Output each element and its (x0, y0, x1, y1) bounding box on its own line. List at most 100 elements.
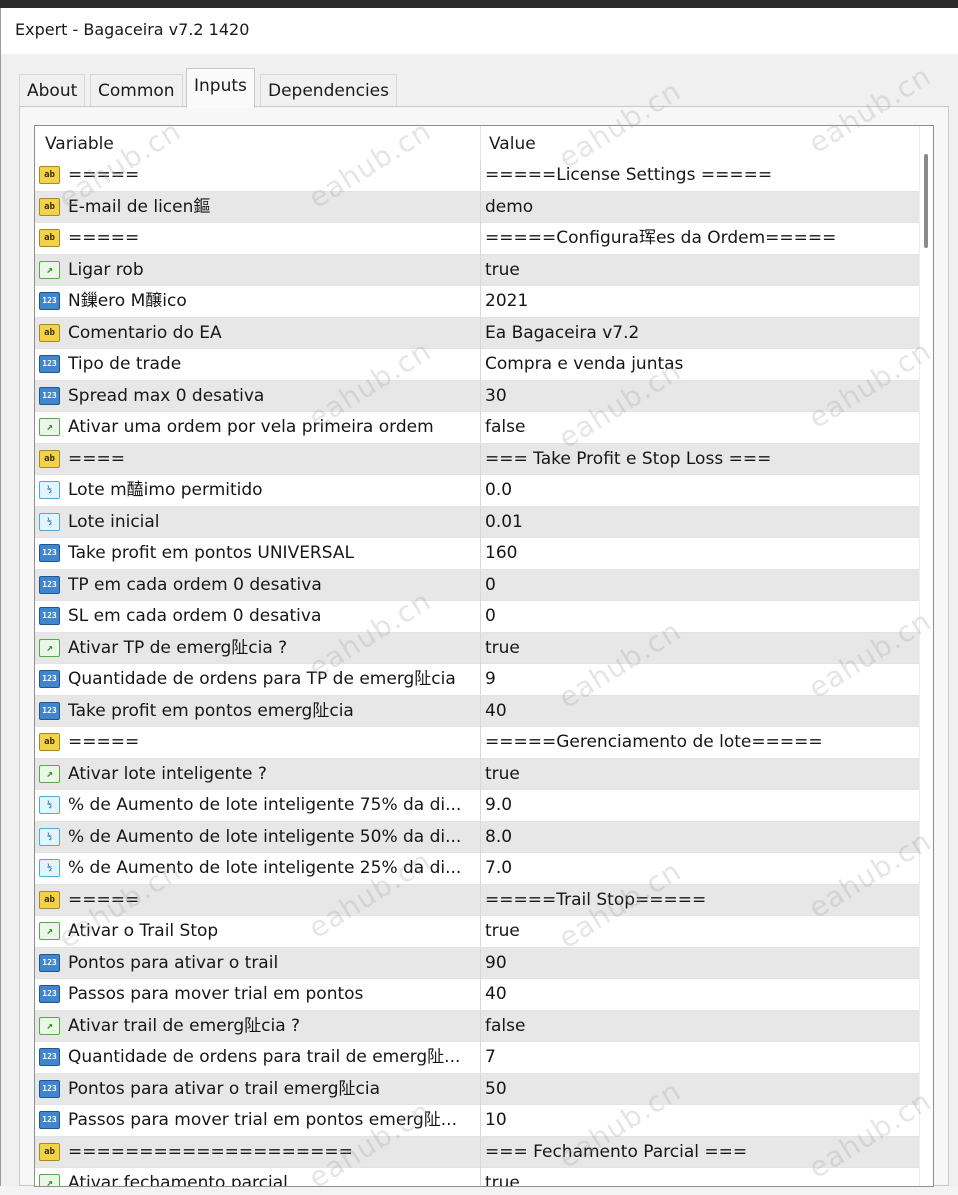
variable-cell: Ativar TP de emerg阯cia ? (68, 637, 288, 658)
cell-divider (480, 191, 481, 223)
variable-cell: SL em cada ordem 0 desativa (68, 606, 322, 626)
table-row[interactable]: ↗ Ativar o Trail Stop true (35, 916, 921, 948)
bool-type-icon: ↗ (39, 922, 60, 940)
table-row[interactable]: ½ % de Aumento de lote inteligente 75% da… (35, 790, 921, 822)
table-row[interactable]: ↗ Ativar uma ordem por vela primeira orde… (35, 412, 921, 444)
cell-divider (480, 758, 481, 790)
table-row[interactable]: 123 Spread max 0 desativa 30 (35, 380, 921, 412)
table-row[interactable]: 123 Passos para mover trial em pontos eme… (35, 1105, 921, 1137)
table-row[interactable]: ↗ Ligar rob true (35, 254, 921, 286)
vertical-scrollbar[interactable] (919, 126, 933, 1186)
table-row[interactable]: ½ Lote m醘imo permitido 0.0 (35, 475, 921, 507)
value-cell[interactable]: =====Configura珲es da Ordem===== (485, 223, 915, 254)
variable-cell: Pontos para ativar o trail emerg阯cia (68, 1078, 381, 1099)
table-row[interactable]: 123 Passos para mover trial em pontos 40 (35, 979, 921, 1011)
value-cell[interactable]: true (485, 633, 915, 664)
table-row[interactable]: ab ===== =====License Settings ===== (35, 160, 921, 192)
table-row[interactable]: 123 SL em cada ordem 0 desativa 0 (35, 601, 921, 633)
value-cell[interactable]: 2021 (485, 286, 915, 317)
table-row[interactable]: ab ==================== === Fechamento Par… (35, 1136, 921, 1168)
column-divider[interactable] (480, 126, 481, 160)
value-cell[interactable]: === Fechamento Parcial === (485, 1137, 915, 1168)
table-row[interactable]: 123 Quantidade de ordens para trail de em… (35, 1042, 921, 1074)
cell-divider (480, 254, 481, 286)
table-row[interactable]: 123 N鏁ero M醸ico 2021 (35, 286, 921, 318)
table-row[interactable]: 123 Take profit em pontos UNIVERSAL 160 (35, 538, 921, 570)
table-row[interactable]: 123 Tipo de trade Compra e venda juntas (35, 349, 921, 381)
table-row[interactable]: ↗ Ativar trail de emerg阯cia ? false (35, 1010, 921, 1042)
value-cell[interactable]: 9.0 (485, 790, 915, 821)
value-cell[interactable]: 8.0 (485, 822, 915, 853)
value-cell[interactable]: Compra e venda juntas (485, 349, 915, 380)
value-cell[interactable]: 30 (485, 381, 915, 412)
value-cell[interactable]: false (485, 1011, 915, 1042)
table-row[interactable]: 123 Pontos para ativar o trail emerg阯cia 5… (35, 1073, 921, 1105)
variable-cell: Quantidade de ordens para trail de emerg… (68, 1047, 461, 1067)
value-cell[interactable]: 10 (485, 1105, 915, 1136)
table-row[interactable]: ↗ Ativar lote inteligente ? true (35, 758, 921, 790)
value-cell[interactable]: true (485, 1168, 915, 1186)
scrollbar-thumb[interactable] (924, 154, 928, 248)
variable-cell: Ativar uma ordem por vela primeira ordem (68, 417, 434, 437)
value-cell[interactable]: demo (485, 192, 915, 223)
value-cell[interactable]: 0 (485, 601, 915, 632)
title-bar: Expert - Bagaceira v7.2 1420 (1, 8, 958, 54)
integer-type-icon: 123 (39, 985, 60, 1003)
tab-inputs[interactable]: Inputs (186, 68, 255, 108)
cell-divider (480, 538, 481, 569)
window-title: Expert - Bagaceira v7.2 1420 (15, 20, 250, 39)
cell-divider (480, 506, 481, 538)
value-cell[interactable]: 7.0 (485, 853, 915, 884)
value-cell[interactable]: 50 (485, 1074, 915, 1105)
value-cell[interactable]: true (485, 916, 915, 947)
value-cell[interactable]: 7 (485, 1042, 915, 1073)
column-header-value[interactable]: Value (489, 126, 536, 160)
table-row[interactable]: ab ===== =====Configura珲es da Ordem===== (35, 223, 921, 255)
table-row[interactable]: ab Comentario do EA Ea Bagaceira v7.2 (35, 317, 921, 349)
table-row[interactable]: ↗ Ativar TP de emerg阯cia ? true (35, 632, 921, 664)
value-cell[interactable]: true (485, 255, 915, 286)
cell-divider (480, 160, 481, 191)
table-row[interactable]: ½ Lote inicial 0.01 (35, 506, 921, 538)
cell-divider (480, 916, 481, 947)
table-row[interactable]: ab E-mail de licen鏂 demo (35, 191, 921, 223)
tab-dependencies[interactable]: Dependencies (260, 74, 397, 106)
value-cell[interactable]: 0.0 (485, 475, 915, 506)
cell-divider (480, 475, 481, 506)
table-row[interactable]: ½ % de Aumento de lote inteligente 50% da… (35, 821, 921, 853)
cell-divider (480, 821, 481, 853)
double-type-icon: ½ (39, 512, 60, 531)
bool-type-icon: ↗ (39, 418, 60, 436)
value-cell[interactable]: 0.01 (485, 507, 915, 538)
table-row[interactable]: ½ % de Aumento de lote inteligente 25% da… (35, 853, 921, 885)
tab-about[interactable]: About (19, 74, 86, 106)
table-row[interactable]: ab ===== =====Trail Stop===== (35, 884, 921, 916)
table-row[interactable]: 123 Pontos para ativar o trail 90 (35, 947, 921, 979)
table-row[interactable]: ab ==== === Take Profit e Stop Loss === (35, 443, 921, 475)
value-cell[interactable]: =====Trail Stop===== (485, 885, 915, 916)
table-row[interactable]: 123 Take profit em pontos emerg阯cia 40 (35, 695, 921, 727)
value-cell[interactable]: 90 (485, 948, 915, 979)
tab-common[interactable]: Common (90, 74, 183, 106)
value-cell[interactable]: =====License Settings ===== (485, 160, 915, 191)
table-row[interactable]: 123 TP em cada ordem 0 desativa 0 (35, 569, 921, 601)
value-cell[interactable]: 160 (485, 538, 915, 569)
value-cell[interactable]: false (485, 412, 915, 443)
table-row[interactable]: ↗ Ativar fechamento parcial true (35, 1168, 921, 1186)
string-type-icon: ab (39, 197, 60, 216)
cell-divider (480, 947, 481, 979)
table-row[interactable]: 123 Quantidade de ordens para TP de emerg… (35, 664, 921, 696)
variable-cell: Comentario do EA (68, 322, 222, 343)
value-cell[interactable]: 0 (485, 570, 915, 601)
value-cell[interactable]: 40 (485, 979, 915, 1010)
value-cell[interactable]: =====Gerenciamento de lote===== (485, 727, 915, 758)
value-cell[interactable]: === Take Profit e Stop Loss === (485, 444, 915, 475)
value-cell[interactable]: 40 (485, 696, 915, 727)
cell-divider (480, 349, 481, 380)
bool-type-icon: ↗ (39, 1016, 60, 1035)
value-cell[interactable]: true (485, 759, 915, 790)
column-header-variable[interactable]: Variable (45, 126, 114, 160)
value-cell[interactable]: 9 (485, 664, 915, 695)
value-cell[interactable]: Ea Bagaceira v7.2 (485, 318, 915, 349)
table-row[interactable]: ab ===== =====Gerenciamento de lote===== (35, 727, 921, 759)
